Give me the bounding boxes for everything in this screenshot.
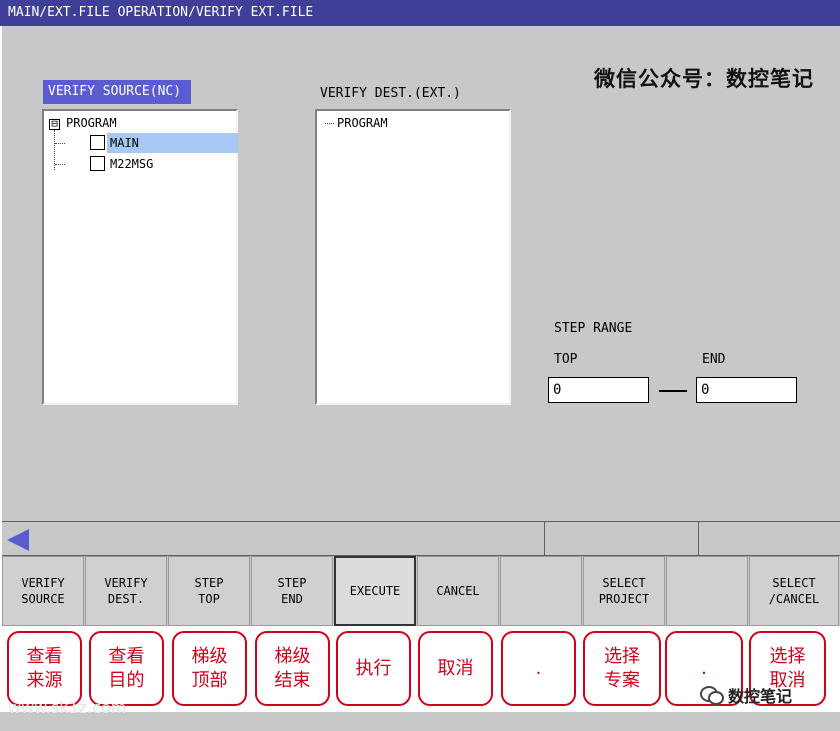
status-divider: [698, 522, 699, 556]
annotation-select-project: 选择 专案: [583, 631, 661, 706]
softkey-step-end[interactable]: STEP END: [251, 556, 333, 626]
annotation-blank-1: .: [501, 631, 576, 706]
step-top-input[interactable]: 0: [548, 377, 649, 403]
softkey-select-project[interactable]: SELECT PROJECT: [583, 556, 665, 626]
tree-line-icon: [55, 164, 65, 165]
softkey-step-top[interactable]: STEP TOP: [168, 556, 250, 626]
source-tree[interactable]: ⊟ PROGRAM MAIN M22MSG: [42, 109, 238, 405]
annotation-verify-dest: 查看 目的: [89, 631, 164, 706]
range-dash: [659, 390, 687, 392]
tree-item-main[interactable]: MAIN: [110, 133, 139, 153]
status-divider: [544, 522, 545, 556]
step-range-title: STEP RANGE: [554, 321, 633, 336]
tree-item-m22msg[interactable]: M22MSG: [110, 154, 153, 174]
tree-line-icon: [55, 143, 65, 144]
verify-dest-label: VERIFY DEST.(EXT.): [320, 86, 461, 101]
footer-brand: 数控笔记: [700, 683, 792, 707]
tree-root-program[interactable]: PROGRAM: [66, 113, 117, 133]
checkbox-main[interactable]: [90, 135, 105, 150]
softkey-verify-source[interactable]: VERIFY SOURCE: [2, 556, 84, 626]
annotation-step-top: 梯级 顶部: [172, 631, 247, 706]
softkey-blank-2[interactable]: [666, 556, 748, 626]
tree-root-program[interactable]: PROGRAM: [337, 113, 388, 133]
softkey-select-cancel[interactable]: SELECT /CANCEL: [749, 556, 839, 626]
status-bar: [2, 521, 840, 556]
watermark-text: 微信公众号：数控笔记: [594, 66, 814, 91]
step-top-label: TOP: [554, 352, 578, 367]
softkey-blank-1[interactable]: [500, 556, 582, 626]
annotation-step-end: 梯级 结束: [255, 631, 330, 706]
checkbox-m22msg[interactable]: [90, 156, 105, 171]
softkey-verify-dest[interactable]: VERIFY DEST.: [85, 556, 167, 626]
dest-tree[interactable]: PROGRAM: [315, 109, 511, 405]
annotation-verify-source: 查看 来源: [7, 631, 82, 706]
back-arrow-icon[interactable]: [7, 529, 29, 551]
verify-source-label: VERIFY SOURCE(NC): [43, 80, 191, 104]
collapse-icon[interactable]: ⊟: [49, 118, 60, 130]
softkey-cancel[interactable]: CANCEL: [417, 556, 499, 626]
footer-brand-text: 数控笔记: [728, 687, 793, 706]
softkey-execute[interactable]: EXECUTE: [334, 556, 416, 626]
window-title: MAIN/EXT.FILE OPERATION/VERIFY EXT.FILE: [0, 0, 840, 26]
wechat-icon: [700, 686, 724, 705]
annotation-cancel: 取消: [418, 631, 493, 706]
footer-watermark: www.sk1z.com: [8, 698, 127, 717]
main-panel: 微信公众号：数控笔记 VERIFY SOURCE(NC) VERIFY DEST…: [2, 26, 840, 521]
step-end-input[interactable]: 0: [696, 377, 797, 403]
step-end-label: END: [702, 352, 726, 367]
annotation-execute: 执行: [336, 631, 411, 706]
tree-line-icon: [325, 123, 334, 124]
softkey-bar: VERIFY SOURCE VERIFY DEST. STEP TOP STEP…: [2, 556, 840, 626]
